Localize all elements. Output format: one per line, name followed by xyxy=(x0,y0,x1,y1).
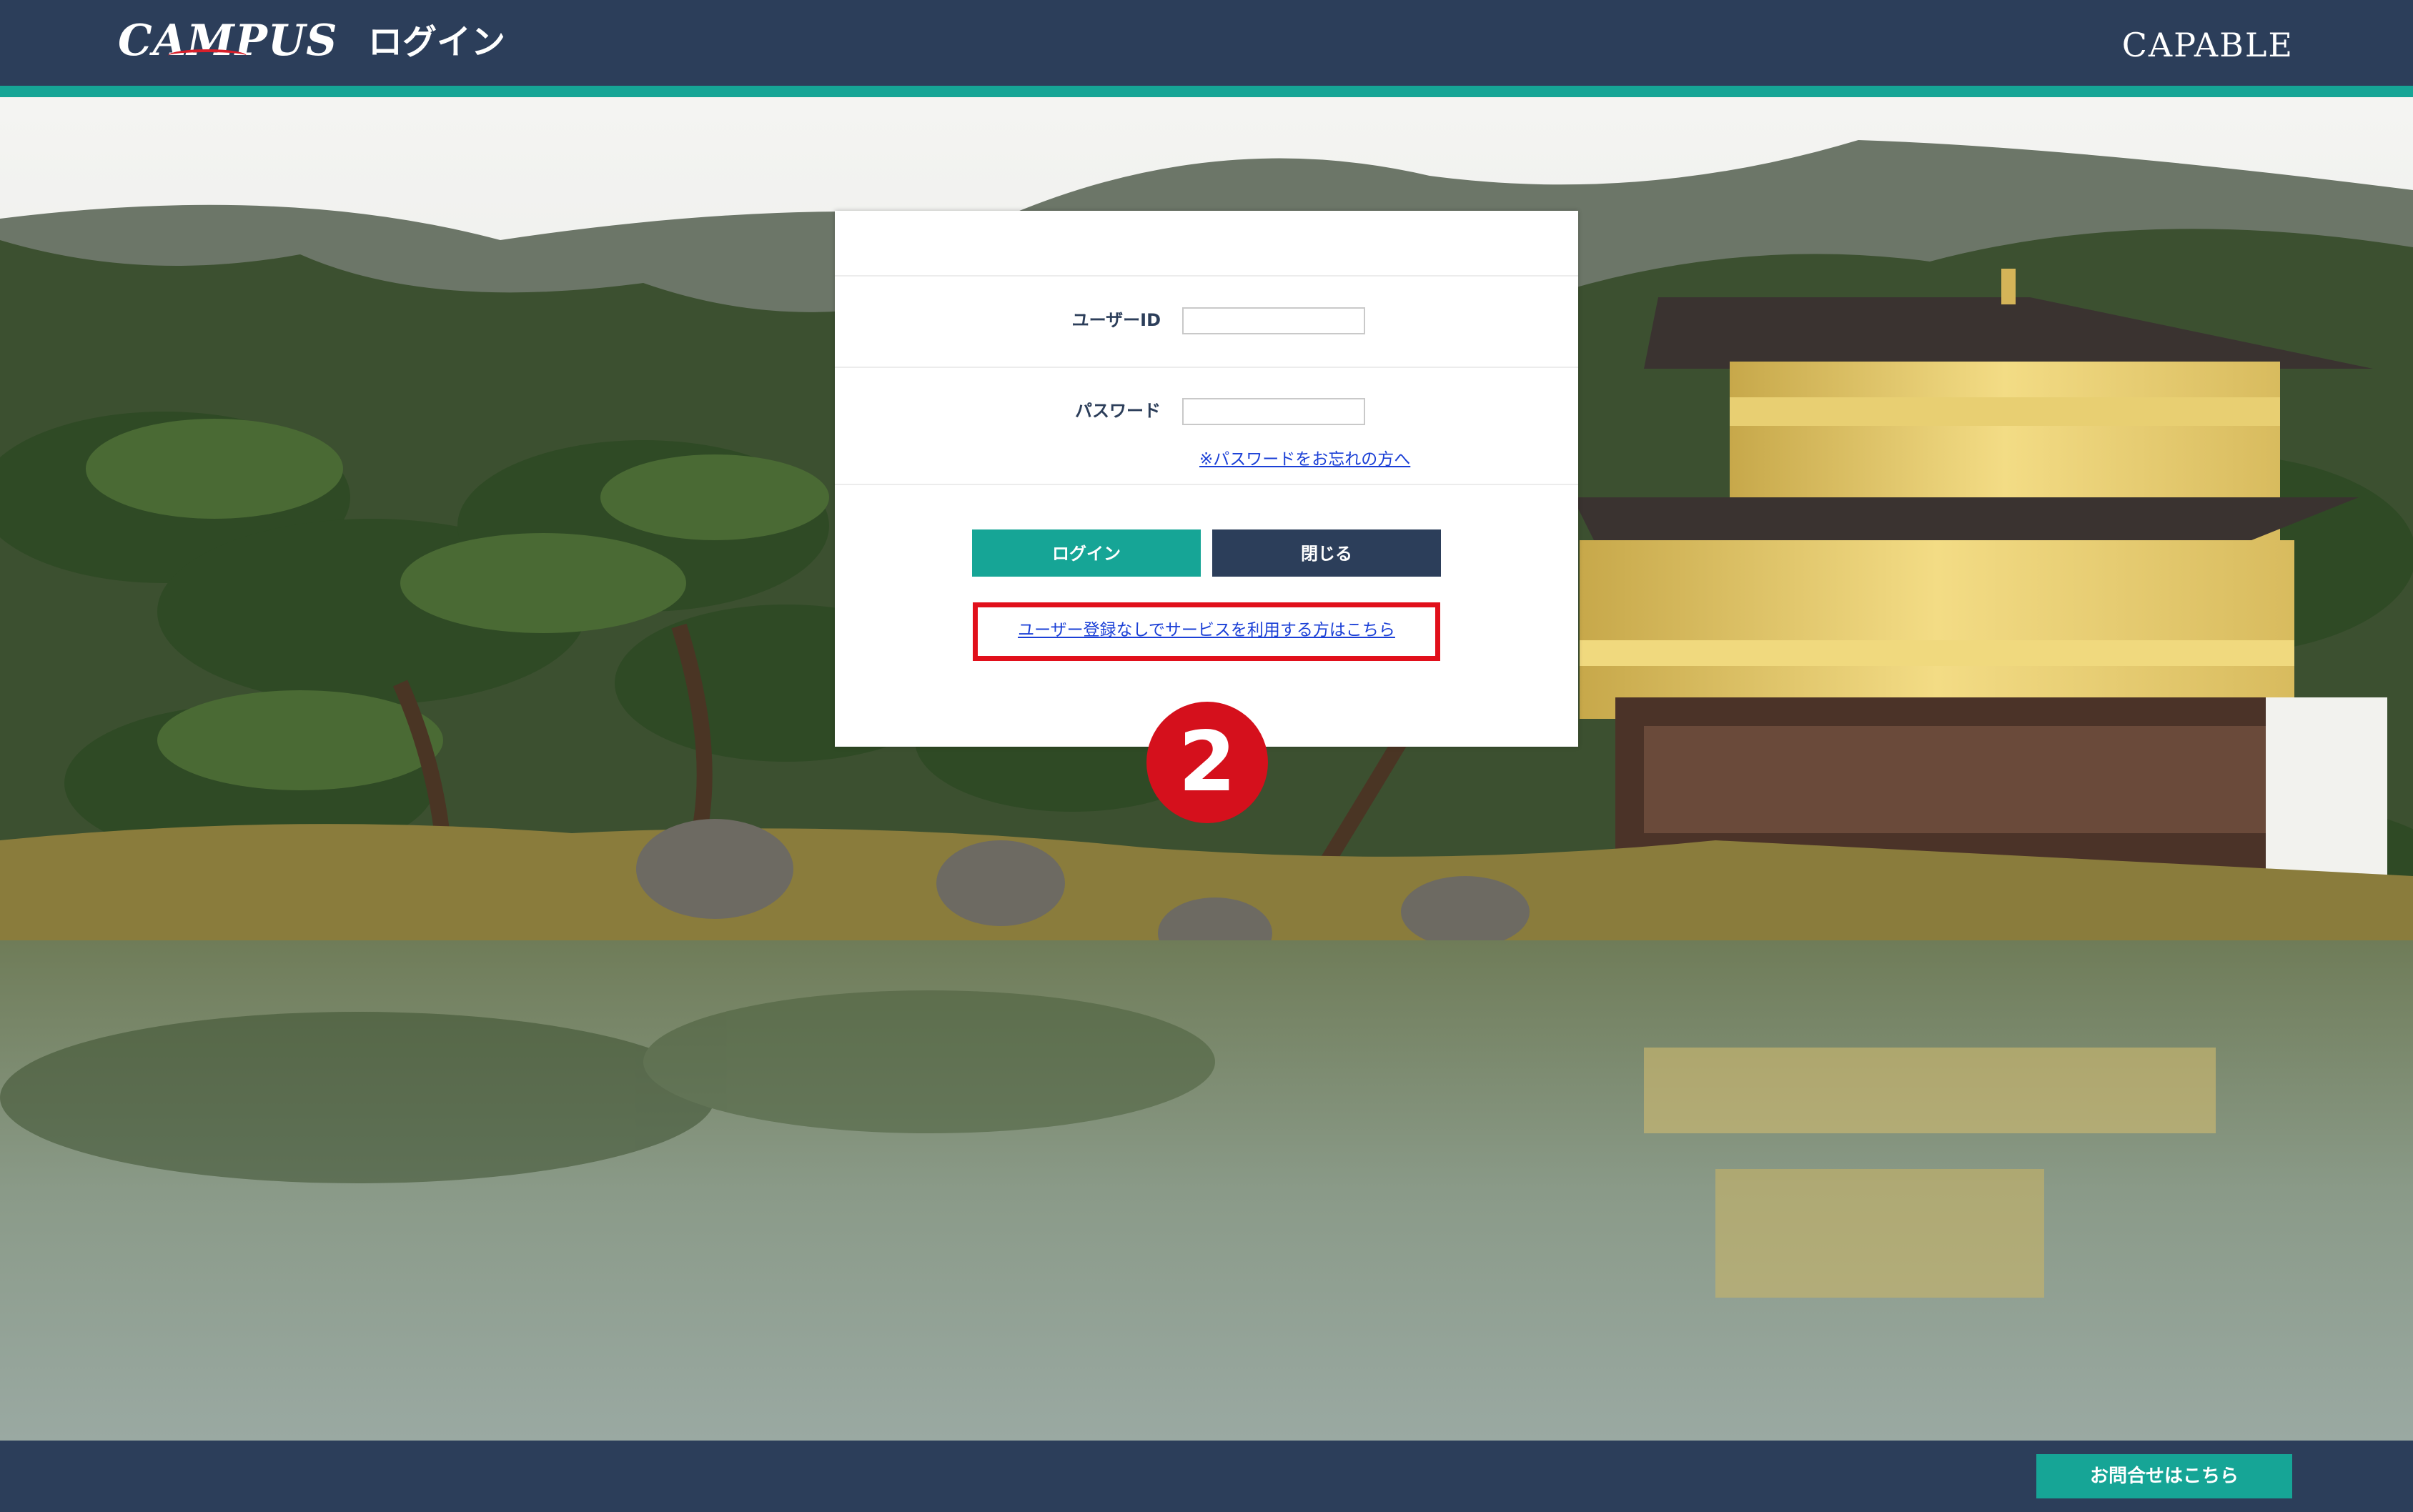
campus-logo-swoosh xyxy=(168,49,247,62)
user-id-label: ユーザーID xyxy=(1071,310,1161,330)
campus-logo[interactable]: CAMPUS xyxy=(118,16,338,66)
app-header: CAMPUS ログイン CAPABLE xyxy=(0,0,2413,86)
forgot-password-link[interactable]: ※パスワードをお忘れの方へ xyxy=(1199,449,1410,470)
close-button[interactable]: 閉じる xyxy=(1212,529,1441,577)
page-title: ログイン xyxy=(368,22,506,62)
guest-link-highlight: ユーザー登録なしでサービスを利用する方はこちら xyxy=(973,602,1440,661)
capable-logo: CAPABLE xyxy=(2121,26,2294,64)
password-input[interactable] xyxy=(1182,398,1365,425)
contact-button[interactable]: お問合せはこちら xyxy=(2036,1454,2292,1498)
user-id-input[interactable] xyxy=(1182,307,1365,334)
password-label: パスワード xyxy=(1075,401,1161,421)
app-footer: お問合せはこちら xyxy=(0,1441,2413,1512)
card-divider-top xyxy=(835,275,1578,277)
guest-access-link[interactable]: ユーザー登録なしでサービスを利用する方はこちら xyxy=(978,620,1435,641)
login-card: ユーザーID パスワード ※パスワードをお忘れの方へ ログイン 閉じる ユーザー… xyxy=(835,211,1578,747)
header-accent-stripe xyxy=(0,86,2413,97)
pavilion-drawing xyxy=(1572,269,2387,883)
card-divider-bottom xyxy=(835,484,1578,485)
step-number-badge: 2 xyxy=(1146,702,1268,823)
login-button[interactable]: ログイン xyxy=(972,529,1201,577)
card-divider-middle xyxy=(835,367,1578,368)
